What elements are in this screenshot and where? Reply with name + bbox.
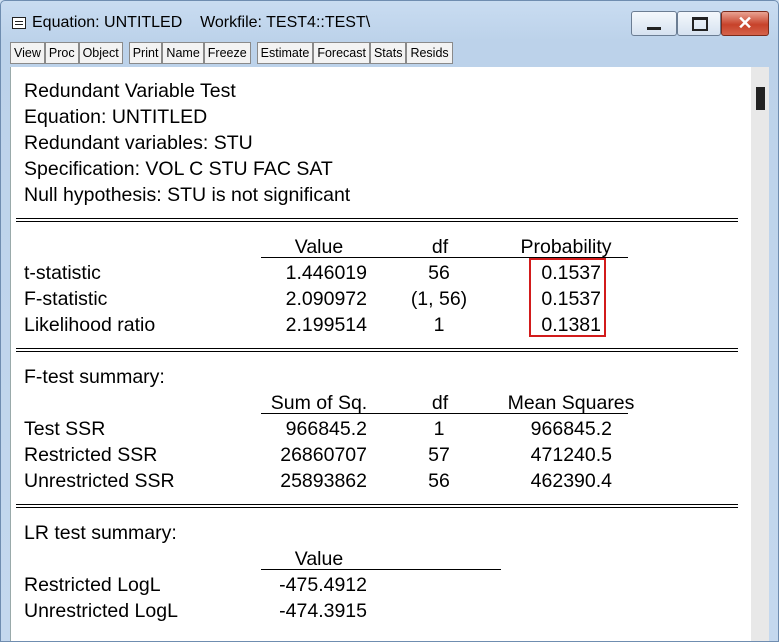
row-df: 1 [433, 314, 445, 336]
row-label: Unrestricted LogL [24, 600, 178, 622]
print-button[interactable]: Print [128, 42, 163, 64]
row-df: 57 [428, 444, 450, 466]
section-title: LR test summary: [24, 522, 177, 544]
view-button[interactable]: View [10, 42, 45, 64]
resids-button[interactable]: Resids [406, 42, 453, 64]
forecast-button[interactable]: Forecast [313, 42, 370, 64]
redundant-variables: Redundant variables: STU [24, 132, 253, 154]
col-header-df: df [431, 392, 449, 414]
row-label: F-statistic [24, 288, 108, 310]
estimate-button[interactable]: Estimate [256, 42, 314, 64]
row-label: Test SSR [24, 418, 106, 440]
name-button[interactable]: Name [162, 42, 204, 64]
col-header-probability: Probability [520, 236, 612, 258]
row-value: 1.446019 [285, 262, 367, 284]
freeze-button[interactable]: Freeze [203, 42, 251, 64]
divider [16, 348, 738, 352]
col-header-mean-squares: Mean Squares [507, 392, 635, 414]
row-value: -474.3915 [279, 600, 367, 622]
close-button[interactable]: ✕ [721, 11, 769, 36]
probability-highlight-box [529, 258, 606, 337]
row-df: (1, 56) [410, 288, 468, 310]
minimize-button[interactable] [631, 11, 677, 36]
row-mean-squares: 966845.2 [530, 418, 612, 440]
object-button[interactable]: Object [78, 42, 123, 64]
row-label: Likelihood ratio [24, 314, 156, 336]
header-underline [261, 569, 501, 570]
row-value: 2.199514 [285, 314, 367, 336]
col-header-sumsq: Sum of Sq. [270, 392, 368, 414]
row-value: 2.090972 [285, 288, 367, 310]
output-panel: Redundant Variable Test Equation: UNTITL… [10, 67, 752, 641]
row-df: 56 [428, 470, 450, 492]
stats-button[interactable]: Stats [369, 42, 407, 64]
row-df: 1 [433, 418, 445, 440]
window-title: Equation: UNTITLED Workfile: TEST4::TEST… [32, 14, 371, 31]
close-icon: ✕ [737, 13, 753, 33]
maximize-icon [692, 17, 708, 31]
header-underline [261, 413, 628, 414]
row-sumsq: 25893862 [280, 470, 367, 492]
maximize-button[interactable] [677, 11, 721, 36]
null-hypothesis: Null hypothesis: STU is not significant [24, 184, 351, 206]
divider [16, 218, 738, 222]
vertical-scrollbar[interactable] [751, 67, 769, 641]
window-menu-icon[interactable] [12, 17, 26, 29]
col-header-value: Value [294, 236, 344, 258]
specification: Specification: VOL C STU FAC SAT [24, 158, 333, 180]
col-header-value: Value [294, 548, 344, 570]
row-df: 56 [428, 262, 450, 284]
row-sumsq: 966845.2 [285, 418, 367, 440]
divider [16, 504, 738, 508]
row-label: Restricted SSR [24, 444, 158, 466]
row-value: -475.4912 [279, 574, 367, 596]
title-bar[interactable]: Equation: UNTITLED Workfile: TEST4::TEST… [1, 1, 778, 41]
row-mean-squares: 462390.4 [530, 470, 612, 492]
section-title: F-test summary: [24, 366, 165, 388]
toolbar: View Proc Object Print Name Freeze Estim… [10, 42, 453, 64]
row-label: Restricted LogL [24, 574, 161, 596]
proc-button[interactable]: Proc [44, 42, 79, 64]
scrollbar-thumb[interactable] [756, 87, 765, 110]
row-mean-squares: 471240.5 [530, 444, 612, 466]
col-header-df: df [431, 236, 449, 258]
equation-name: Equation: UNTITLED [24, 106, 208, 128]
row-sumsq: 26860707 [280, 444, 367, 466]
equation-window: Equation: UNTITLED Workfile: TEST4::TEST… [0, 0, 779, 642]
row-label: t-statistic [24, 262, 101, 284]
test-name: Redundant Variable Test [24, 80, 236, 102]
row-label: Unrestricted SSR [24, 470, 175, 492]
minimize-icon [647, 27, 661, 30]
